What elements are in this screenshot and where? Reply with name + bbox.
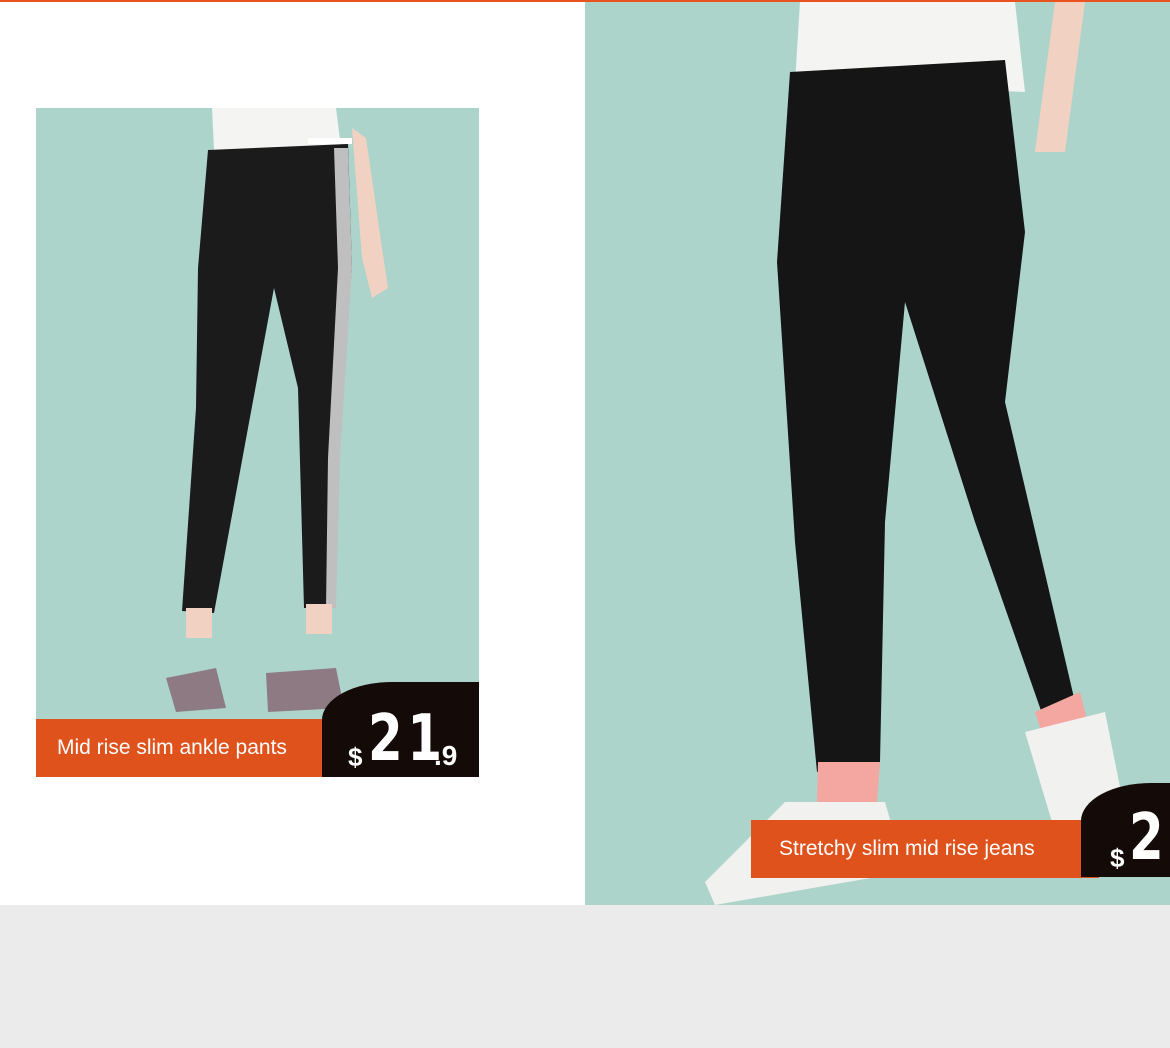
product-name: Stretchy slim mid rise jeans bbox=[779, 837, 1035, 860]
product-name: Mid rise slim ankle pants bbox=[57, 736, 287, 759]
price-integer: 24 bbox=[1129, 801, 1170, 875]
product-card-slim-jeans[interactable]: Stretchy slim mid rise jeans $ 24 bbox=[585, 2, 1170, 905]
page-footer-background bbox=[0, 905, 1170, 1048]
product-name-tag: Mid rise slim ankle pants bbox=[36, 719, 357, 777]
price-tag: $ 21 .9 bbox=[322, 682, 479, 777]
product-name-tag: Stretchy slim mid rise jeans bbox=[751, 820, 1099, 878]
product-photo-slim-jeans bbox=[585, 2, 1170, 905]
product-photo-ankle-pants bbox=[36, 108, 479, 777]
price-currency: $ bbox=[348, 742, 363, 772]
price-tag: $ 24 bbox=[1081, 783, 1170, 877]
price-decimal: .9 bbox=[434, 740, 458, 771]
price-currency: $ bbox=[1110, 843, 1125, 873]
product-card-ankle-pants[interactable]: Mid rise slim ankle pants $ 21 .9 bbox=[36, 108, 479, 777]
